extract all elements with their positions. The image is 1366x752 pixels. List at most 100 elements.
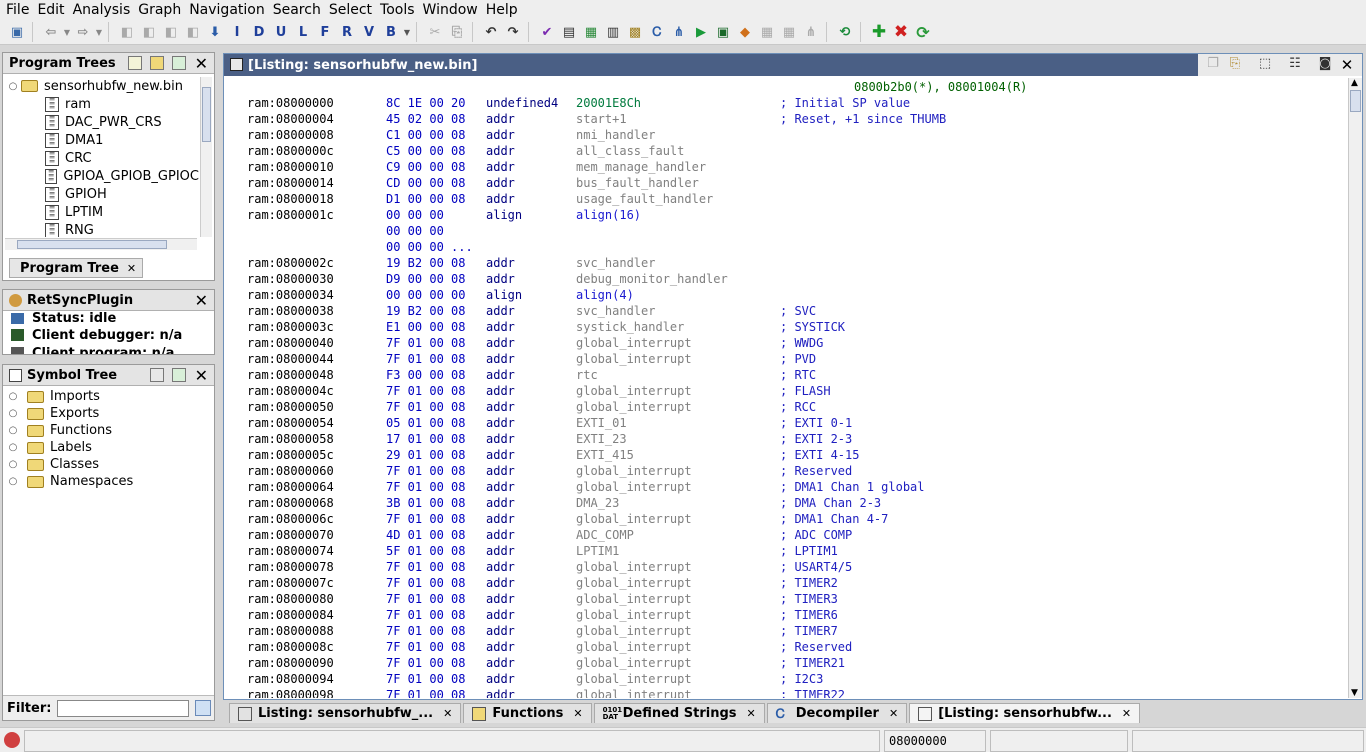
table-icon[interactable]: ▦ — [756, 21, 778, 43]
copy-icon[interactable]: ❐ — [1202, 56, 1224, 74]
listing-icon[interactable]: ▥ — [602, 21, 624, 43]
listing-row[interactable]: ram:08000038 19 B2 00 08 addr svc_handler ; … — [224, 304, 1348, 320]
close-icon[interactable]: ✕ — [1122, 707, 1131, 720]
listing-row[interactable]: ram:08000048 F3 00 00 08 addr rtc ; RTC — [224, 368, 1348, 384]
listing-row[interactable]: ram:08000094 7F 01 00 08 addr global_interr… — [224, 672, 1348, 688]
listing-row[interactable]: ram:08000040 7F 01 00 08 addr global_interr… — [224, 336, 1348, 352]
listing-operand[interactable]: nmi_handler — [576, 128, 655, 142]
listing-operand[interactable]: EXTI_23 — [576, 432, 627, 446]
listing-operand[interactable]: rtc — [576, 368, 598, 382]
symbol-tree-item-labels[interactable]: ○ Labels — [7, 439, 214, 456]
table-edit-icon[interactable]: ▦ — [778, 21, 800, 43]
listing-row[interactable]: ram:08000068 3B 01 00 08 addr DMA_23 ; DMA C… — [224, 496, 1348, 512]
listing-row[interactable]: ram:0800007c 7F 01 00 08 addr global_interr… — [224, 576, 1348, 592]
listing-row[interactable]: ram:08000050 7F 01 00 08 addr global_interr… — [224, 400, 1348, 416]
expand-icon[interactable]: ○ — [7, 391, 19, 402]
cut-icon[interactable]: ✂ — [424, 21, 446, 43]
listing-operand[interactable]: global_interrupt — [576, 480, 692, 494]
listing-row[interactable]: ram:08000008 C1 00 00 08 addr nmi_handler — [224, 128, 1348, 144]
view-tree-icon[interactable] — [172, 56, 186, 70]
listing-operand[interactable]: start+1 — [576, 112, 627, 126]
listing-row[interactable]: ram:08000084 7F 01 00 08 addr global_interr… — [224, 608, 1348, 624]
save-icon[interactable]: ▣ — [6, 21, 28, 43]
close-icon[interactable]: ✕ — [443, 707, 452, 720]
scroll-thumb[interactable] — [1350, 90, 1361, 112]
close-icon[interactable]: ✕ — [127, 262, 136, 275]
open-tree-icon[interactable] — [150, 56, 164, 70]
listing-row[interactable]: ram:08000078 7F 01 00 08 addr global_interr… — [224, 560, 1348, 576]
menu-graph[interactable]: Graph — [136, 2, 187, 18]
listing-operand[interactable]: EXTI_01 — [576, 416, 627, 430]
listing-operand[interactable]: 20001E8Ch — [576, 96, 641, 110]
listing-operand[interactable]: align(16) — [576, 208, 641, 222]
menu-help[interactable]: Help — [484, 2, 524, 18]
nav-function-icon[interactable]: ◧ — [182, 21, 204, 43]
nav-function-letter-icon[interactable]: F — [314, 21, 336, 43]
tree-item[interactable]: ═ ═ ═ RNG — [7, 221, 199, 237]
decompiler-icon[interactable]: Ꮯ — [646, 21, 668, 43]
new-tree-icon[interactable] — [128, 56, 142, 70]
paste-icon[interactable]: ⎘ — [446, 21, 468, 43]
refresh-icon[interactable]: ⟳ — [912, 21, 934, 43]
close-icon[interactable]: ✕ — [195, 291, 208, 310]
back-dropdown-icon[interactable]: ▼ — [62, 21, 72, 43]
expand-icon[interactable]: ○ — [7, 442, 19, 453]
nav-bookmark-icon[interactable]: B — [380, 21, 402, 43]
listing-operand[interactable]: ADC_COMP — [576, 528, 634, 542]
expand-icon[interactable]: ○ — [7, 459, 19, 470]
listing-row[interactable]: 00 00 00 — [224, 224, 1348, 240]
edit-listing-fields-icon[interactable]: ☷ — [1284, 56, 1306, 74]
listing-row[interactable]: ram:08000064 7F 01 00 08 addr global_interr… — [224, 480, 1348, 496]
listing-operand[interactable]: all_class_fault — [576, 144, 684, 158]
tree-item[interactable]: ═ ═ ═ DAC_PWR_CRS — [7, 113, 199, 131]
delete-icon[interactable]: ✖ — [890, 21, 912, 43]
function-graph-icon[interactable]: ⋔ — [668, 21, 690, 43]
tree-item[interactable]: ═ ═ ═ CRC — [7, 149, 199, 167]
symbol-filter-input[interactable] — [57, 699, 190, 717]
listing-row[interactable]: ram:08000070 4D 01 00 08 addr ADC_COMP ; ADC… — [224, 528, 1348, 544]
listing-operand[interactable]: mem_manage_handler — [576, 160, 706, 174]
symbol-tree-item-imports[interactable]: ○ Imports — [7, 388, 214, 405]
listing-row[interactable]: ram:0800000c C5 00 00 08 addr all_class_fau… — [224, 144, 1348, 160]
menu-file[interactable]: File — [4, 2, 35, 18]
tab-listing[interactable]: Listing: sensorhubfw_... ✕ — [229, 703, 462, 723]
listing-operand[interactable]: svc_handler — [576, 256, 655, 270]
data-type-icon[interactable]: ▩ — [624, 21, 646, 43]
menu-select[interactable]: Select — [327, 2, 378, 18]
nav-undefined-data-icon[interactable]: U — [270, 21, 292, 43]
listing-row[interactable]: ram:08000034 00 00 00 00 align align(4) — [224, 288, 1348, 304]
listing-operand[interactable]: global_interrupt — [576, 608, 692, 622]
program-tree-hscroll[interactable] — [5, 238, 197, 250]
check-icon[interactable]: ✔ — [536, 21, 558, 43]
paste-icon[interactable]: ⎘ — [1224, 56, 1246, 74]
navigate-icon[interactable] — [172, 368, 186, 382]
tree-item[interactable]: ═ ═ ═ GPIOH — [7, 185, 199, 203]
close-icon[interactable]: ✕ — [573, 707, 582, 720]
menu-search[interactable]: Search — [271, 2, 327, 18]
run-icon[interactable]: ▶ — [690, 21, 712, 43]
tab-listing-snapshot[interactable]: [Listing: sensorhubfw... ✕ — [909, 703, 1141, 723]
listing-operand[interactable]: global_interrupt — [576, 336, 692, 350]
tree-item[interactable]: ═ ═ ═ ram — [7, 95, 199, 113]
program-tree-tab[interactable]: Program Tree ✕ — [9, 258, 143, 278]
menu-analysis[interactable]: Analysis — [71, 2, 137, 18]
listing-operand[interactable]: debug_monitor_handler — [576, 272, 728, 286]
listing-code-view[interactable]: 0800b2b0(*), 08001004(R) ram:08000000 8C … — [224, 78, 1348, 698]
create-namespace-icon[interactable] — [150, 368, 164, 382]
nav-instruction-icon[interactable]: I — [226, 21, 248, 43]
symbol-tree-item-namespaces[interactable]: ○ Namespaces — [7, 473, 214, 490]
filter-options-icon[interactable] — [195, 700, 212, 716]
menu-tools[interactable]: Tools — [378, 2, 421, 18]
nav-undefined-icon[interactable]: ◧ — [138, 21, 160, 43]
listing-row[interactable]: ram:08000054 05 01 00 08 addr EXTI_01 ; EXTI… — [224, 416, 1348, 432]
listing-row[interactable]: ram:08000000 8C 1E 00 20 undefined4 20001E8… — [224, 96, 1348, 112]
listing-operand[interactable]: EXTI_415 — [576, 448, 634, 462]
listing-row[interactable]: ram:0800008c 7F 01 00 08 addr global_interr… — [224, 640, 1348, 656]
undo-icon[interactable]: ↶ — [480, 21, 502, 43]
listing-operand[interactable]: LPTIM1 — [576, 544, 619, 558]
listing-row[interactable]: ram:08000010 C9 00 00 08 addr mem_manage_ha… — [224, 160, 1348, 176]
tree-item[interactable]: ═ ═ ═ GPIOA_GPIOB_GPIOC — [7, 167, 199, 185]
listing-row[interactable]: ram:08000098 7F 01 00 08 addr global_interr… — [224, 688, 1348, 698]
bytes-icon[interactable]: ▤ — [558, 21, 580, 43]
tree-root[interactable]: ○ sensorhubfw_new.bin — [7, 77, 199, 95]
